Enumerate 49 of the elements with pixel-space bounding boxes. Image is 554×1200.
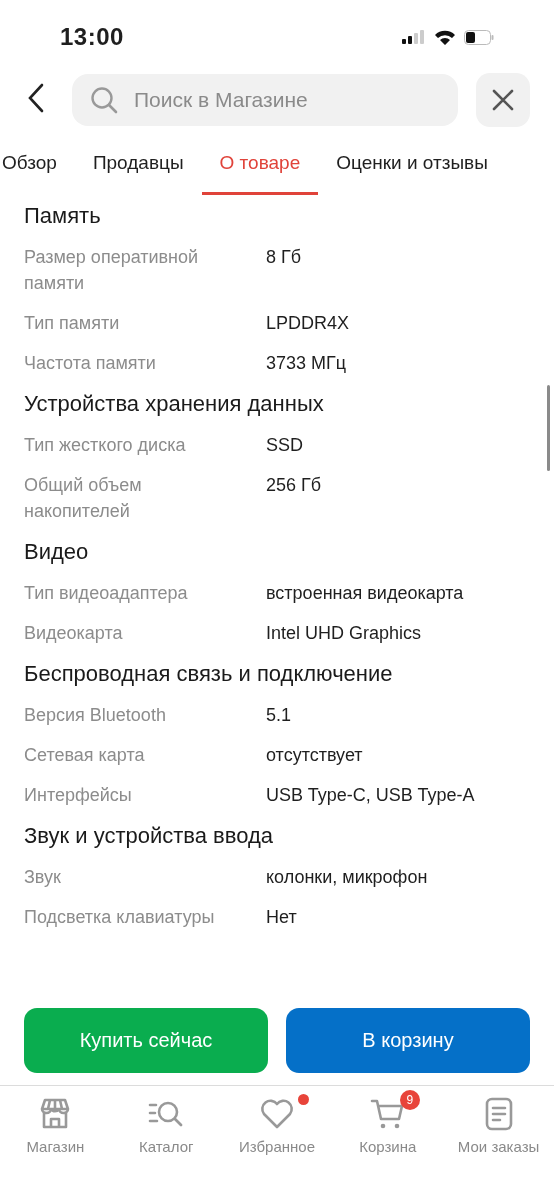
spec-label: Видеокарта bbox=[24, 622, 124, 645]
spec-value: LPDDR4X bbox=[266, 312, 351, 335]
spec-label: Тип жесткого диска bbox=[24, 434, 187, 457]
spec-value: колонки, микрофон bbox=[266, 866, 429, 889]
spec-label: Тип видеоадаптера bbox=[24, 582, 189, 605]
spec-label: Звук bbox=[24, 866, 62, 889]
status-time: 13:00 bbox=[60, 23, 124, 51]
tab[interactable]: О товаре bbox=[201, 142, 319, 195]
section-heading: Устройства хранения данных bbox=[24, 390, 325, 418]
add-to-cart-button[interactable]: В корзину bbox=[286, 1008, 530, 1073]
spec-label: Подсветка клавиатуры bbox=[24, 906, 216, 929]
nav-item[interactable]: 9 Корзина bbox=[332, 1088, 444, 1170]
wifi-icon bbox=[434, 29, 456, 45]
battery-icon bbox=[464, 29, 494, 45]
close-icon bbox=[492, 89, 514, 111]
spec-label: Тип памяти bbox=[24, 312, 121, 335]
spec-value: 256 Гб bbox=[266, 474, 323, 497]
section-heading: Видео bbox=[24, 538, 90, 566]
tab[interactable]: Оценки и отзывы bbox=[318, 142, 506, 195]
nav-item[interactable]: Мои заказы bbox=[443, 1088, 554, 1170]
spec-value: Нет bbox=[266, 906, 298, 929]
close-button[interactable] bbox=[476, 73, 530, 127]
section-heading: Звук и устройства ввода bbox=[24, 822, 275, 850]
spec-value: 3733 МГц bbox=[266, 352, 348, 375]
buy-now-button[interactable]: Купить сейчас bbox=[24, 1008, 268, 1073]
spec-value: Intel UHD Graphics bbox=[266, 622, 423, 645]
nav-item[interactable]: Каталог bbox=[110, 1088, 222, 1170]
spec-value: USB Type-C, USB Type-A bbox=[266, 784, 476, 807]
spec-value: встроенная видеокарта bbox=[266, 582, 465, 605]
tab[interactable]: Продавцы bbox=[74, 142, 202, 195]
search-field[interactable]: Поиск в Магазине bbox=[72, 74, 458, 126]
section-heading: Беспроводная связь и подключение bbox=[24, 660, 394, 688]
spec-label: Общий объем накопителей bbox=[24, 474, 143, 523]
spec-label: Частота памяти bbox=[24, 352, 157, 375]
spec-label: Сетевая карта bbox=[24, 744, 146, 767]
spec-label: Размер оперативной памяти bbox=[24, 246, 200, 295]
nav-item[interactable]: Магазин bbox=[0, 1088, 111, 1170]
nav-item[interactable]: Избранное bbox=[221, 1088, 333, 1170]
section-heading: Память bbox=[24, 202, 102, 230]
spec-value: SSD bbox=[266, 434, 304, 457]
spec-label: Интерфейсы bbox=[24, 784, 133, 807]
back-icon bbox=[28, 83, 44, 113]
spec-label: Версия Bluetooth bbox=[24, 704, 167, 727]
spec-value: 5.1 bbox=[266, 704, 293, 727]
spec-value: отсутствует bbox=[266, 744, 364, 767]
cart-count-badge: 9 bbox=[399, 1090, 420, 1110]
spec-value: 8 Гб bbox=[266, 246, 303, 269]
signal-icon bbox=[402, 30, 426, 44]
tab[interactable]: Обзор bbox=[0, 142, 75, 195]
